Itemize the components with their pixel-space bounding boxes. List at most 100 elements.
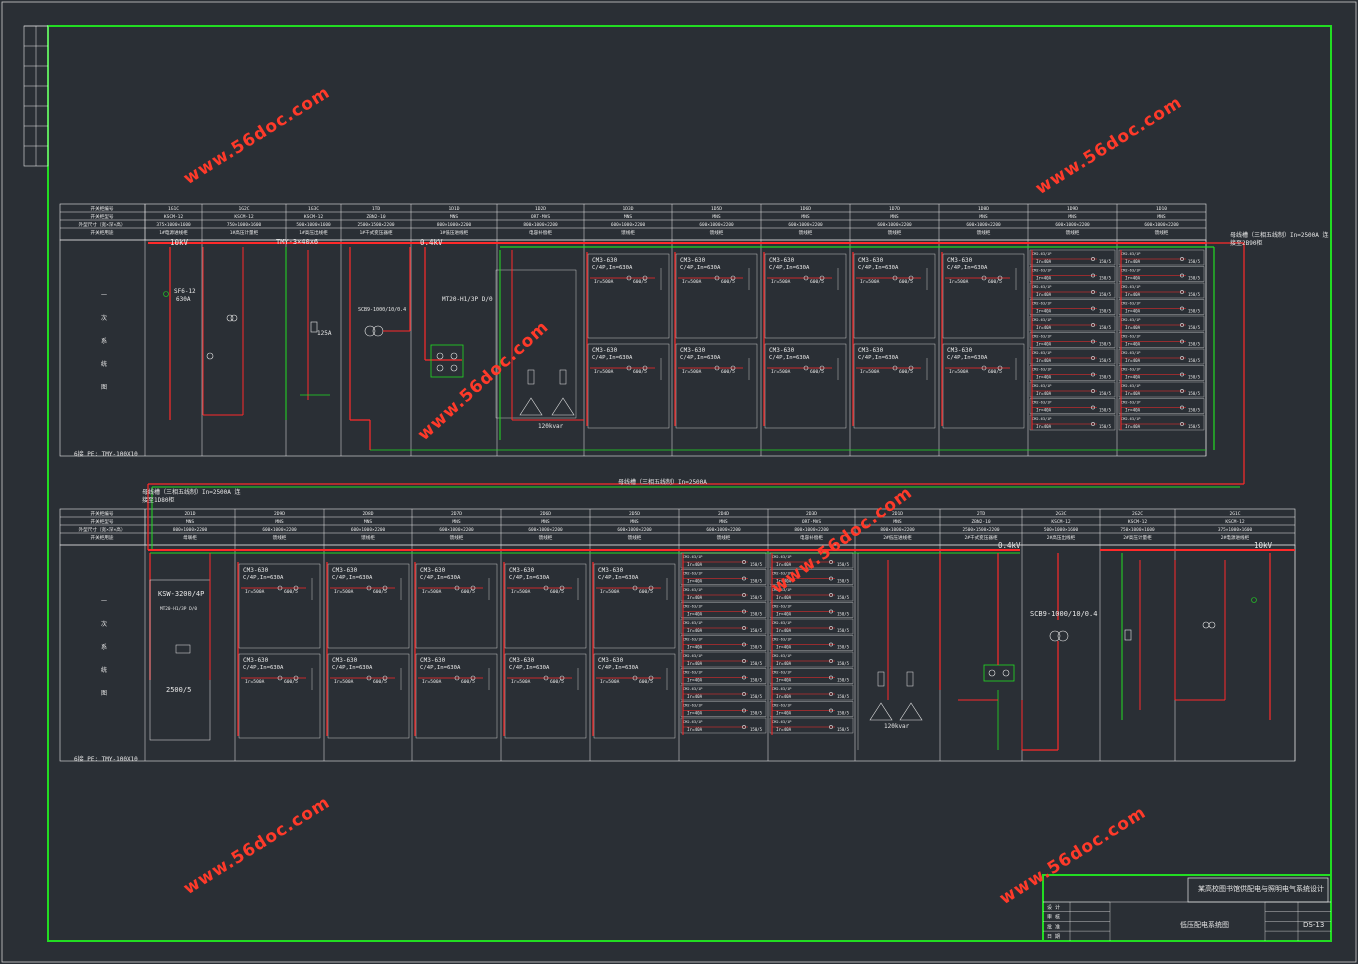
upper-header-table: 开关柜编号开关柜型号外型尺寸（宽×深×高）开关柜用途 1G1C KSCM-12 375… <box>59 203 1207 241</box>
titleblock-row: 日 期 <box>1047 934 1060 940</box>
cabinet-size: 750×1000×1600 <box>227 222 262 228</box>
breaker-ir: Ir=500A <box>245 589 265 595</box>
row-label: 开关柜编号 <box>91 510 114 517</box>
breaker-label: CM3-630 <box>592 347 618 354</box>
mccb-ir: Ir=40A <box>687 678 703 683</box>
cabinet-number: 2D5D <box>629 511 640 517</box>
mccb-label: CM2-63/1P <box>772 671 791 675</box>
breaker-ir: Ir=500A <box>594 279 614 285</box>
mccb-ir: Ir=40A <box>687 628 703 633</box>
mccb-ct: 150/5 <box>1099 276 1112 281</box>
mccb-ct: 150/5 <box>750 628 763 633</box>
cabinet-number: 2D6D <box>540 511 551 517</box>
mccb-ct: 150/5 <box>1099 424 1112 429</box>
row-label: 开关柜编号 <box>91 205 114 212</box>
cabinet-model: MNS <box>979 214 988 220</box>
cabinet-use: 电容补偿柜 <box>800 534 823 541</box>
mccb-label: CM2-63/1P <box>1121 269 1140 273</box>
breaker-label: CM3-630 <box>947 257 973 264</box>
cabinet-size: 800×1000×2200 <box>437 222 472 228</box>
breaker-ir: Ir=500A <box>949 369 969 375</box>
mccb-label: CM2-63/1P <box>683 605 702 609</box>
cabinet-number: 1D2D <box>535 206 546 212</box>
mccb-label: CM2-63/1P <box>1032 285 1051 289</box>
breaker-label: CM3-630 <box>947 347 973 354</box>
mccb-ct: 150/5 <box>837 628 850 633</box>
breaker-ir: Ir=500A <box>771 369 791 375</box>
cabinet-model: ZBN2-10 <box>971 519 991 525</box>
mccb-label: CM2-63/1P <box>1121 417 1140 421</box>
cabinet-model: MNS <box>1157 214 1166 220</box>
breaker-label: CM3-630 <box>243 567 269 574</box>
mccb-ct: 150/5 <box>1099 342 1112 347</box>
mccb-label: CM2-63/1P <box>683 621 702 625</box>
row-label: 开关柜用途 <box>91 229 114 236</box>
titleblock-row: 批 准 <box>1047 923 1060 930</box>
upper-pe: TMY-3×40x6 <box>276 238 319 246</box>
breaker-label: CM3-630 <box>858 347 884 354</box>
mccb-label: CM2-63/1P <box>772 605 791 609</box>
mccb-label: CM2-63/1P <box>1032 384 1051 388</box>
cabinet-model: MNS <box>452 519 461 525</box>
mccb-ct: 150/5 <box>1188 276 1201 281</box>
mccb-ir: Ir=40A <box>776 612 792 617</box>
cabinet-number: 1D10 <box>1156 206 1167 212</box>
mccb-ir: Ir=40A <box>687 694 703 699</box>
mccb-ct: 150/5 <box>750 579 763 584</box>
breaker-rating: C/4P,In=630A <box>420 665 461 671</box>
cabinet-use: 馈线柜 <box>1155 229 1169 236</box>
cabinet-size: 600×1000×2200 <box>788 222 823 228</box>
mccb-ir: Ir=40A <box>1125 259 1141 264</box>
cabinet-number: 2D1D <box>184 511 195 517</box>
cabinet-use: 2#干式变压器柜 <box>964 534 998 541</box>
cabinet-use: 2#高压出线柜 <box>1047 534 1076 541</box>
cabinet-model: MNS <box>450 214 459 220</box>
mccb-ct: 150/5 <box>1099 391 1112 396</box>
mccb-ir: Ir=40A <box>776 694 792 699</box>
cabinet-model: ZBN2-10 <box>366 214 386 220</box>
breaker-label: CM3-630 <box>769 257 795 264</box>
lower-capacitor: 120kvar <box>884 723 910 730</box>
cabinet-number: 2TD <box>977 511 986 517</box>
mccb-ir: Ir=40A <box>687 579 703 584</box>
mccb-ir: Ir=40A <box>1125 424 1141 429</box>
cabinet-size: 600×1000×2200 <box>699 222 734 228</box>
mccb-label: CM2-63/1P <box>1121 368 1140 372</box>
cabinet-size: 600×1000×2200 <box>611 222 646 228</box>
cabinet-number: 1TD <box>372 206 381 212</box>
mccb-label: CM2-63/1P <box>1032 368 1051 372</box>
mccb-label: CM2-63/1P <box>1121 318 1140 322</box>
cabinet-number: 2G1C <box>1229 511 1240 517</box>
cabinet-model: MNS <box>890 214 899 220</box>
cabinet-number: 1G2C <box>238 206 249 212</box>
cabinet-model: MNS <box>719 519 728 525</box>
mccb-ir: Ir=40A <box>1125 408 1141 413</box>
breaker-label: CM3-630 <box>420 657 446 664</box>
mccb-ct: 150/5 <box>837 694 850 699</box>
cabinet-size: 600×1000×2200 <box>351 527 386 533</box>
cabinet-number: 2D4D <box>718 511 729 517</box>
upper-hv-voltage: 10kV <box>170 238 189 247</box>
row-label: 外型尺寸（宽×深×高） <box>79 526 126 533</box>
mccb-ct: 150/5 <box>1099 358 1112 363</box>
cabinet-model: MNS <box>712 214 721 220</box>
mccb-ir: Ir=40A <box>687 645 703 650</box>
mccb-ct: 150/5 <box>837 645 850 650</box>
mccb-label: CM2-63/1P <box>683 638 702 642</box>
capacitor-label: 120kvar <box>538 423 564 430</box>
mccb-ct: 150/5 <box>750 595 763 600</box>
mccb-ct: 150/5 <box>1188 375 1201 380</box>
mccb-label: CM2-63/1P <box>683 687 702 691</box>
breaker-ir: Ir=500A <box>682 279 702 285</box>
mccb-label: CM2-63/1P <box>683 654 702 658</box>
ct-main: 2500/5 <box>166 686 192 694</box>
mccb-ct: 150/5 <box>750 562 763 567</box>
row-label: 开关柜型号 <box>91 518 114 525</box>
cabinet-use: 馈线柜 <box>273 534 287 541</box>
titleblock-row: 审 核 <box>1047 914 1060 921</box>
cabinet-number: 2G2C <box>1132 511 1143 517</box>
breaker-rating: C/4P,In=630A <box>592 265 633 271</box>
breaker-rating: C/4P,In=630A <box>592 355 633 361</box>
mccb-label: CM2-63/1P <box>1032 318 1051 322</box>
breaker-ir: Ir=500A <box>422 589 442 595</box>
